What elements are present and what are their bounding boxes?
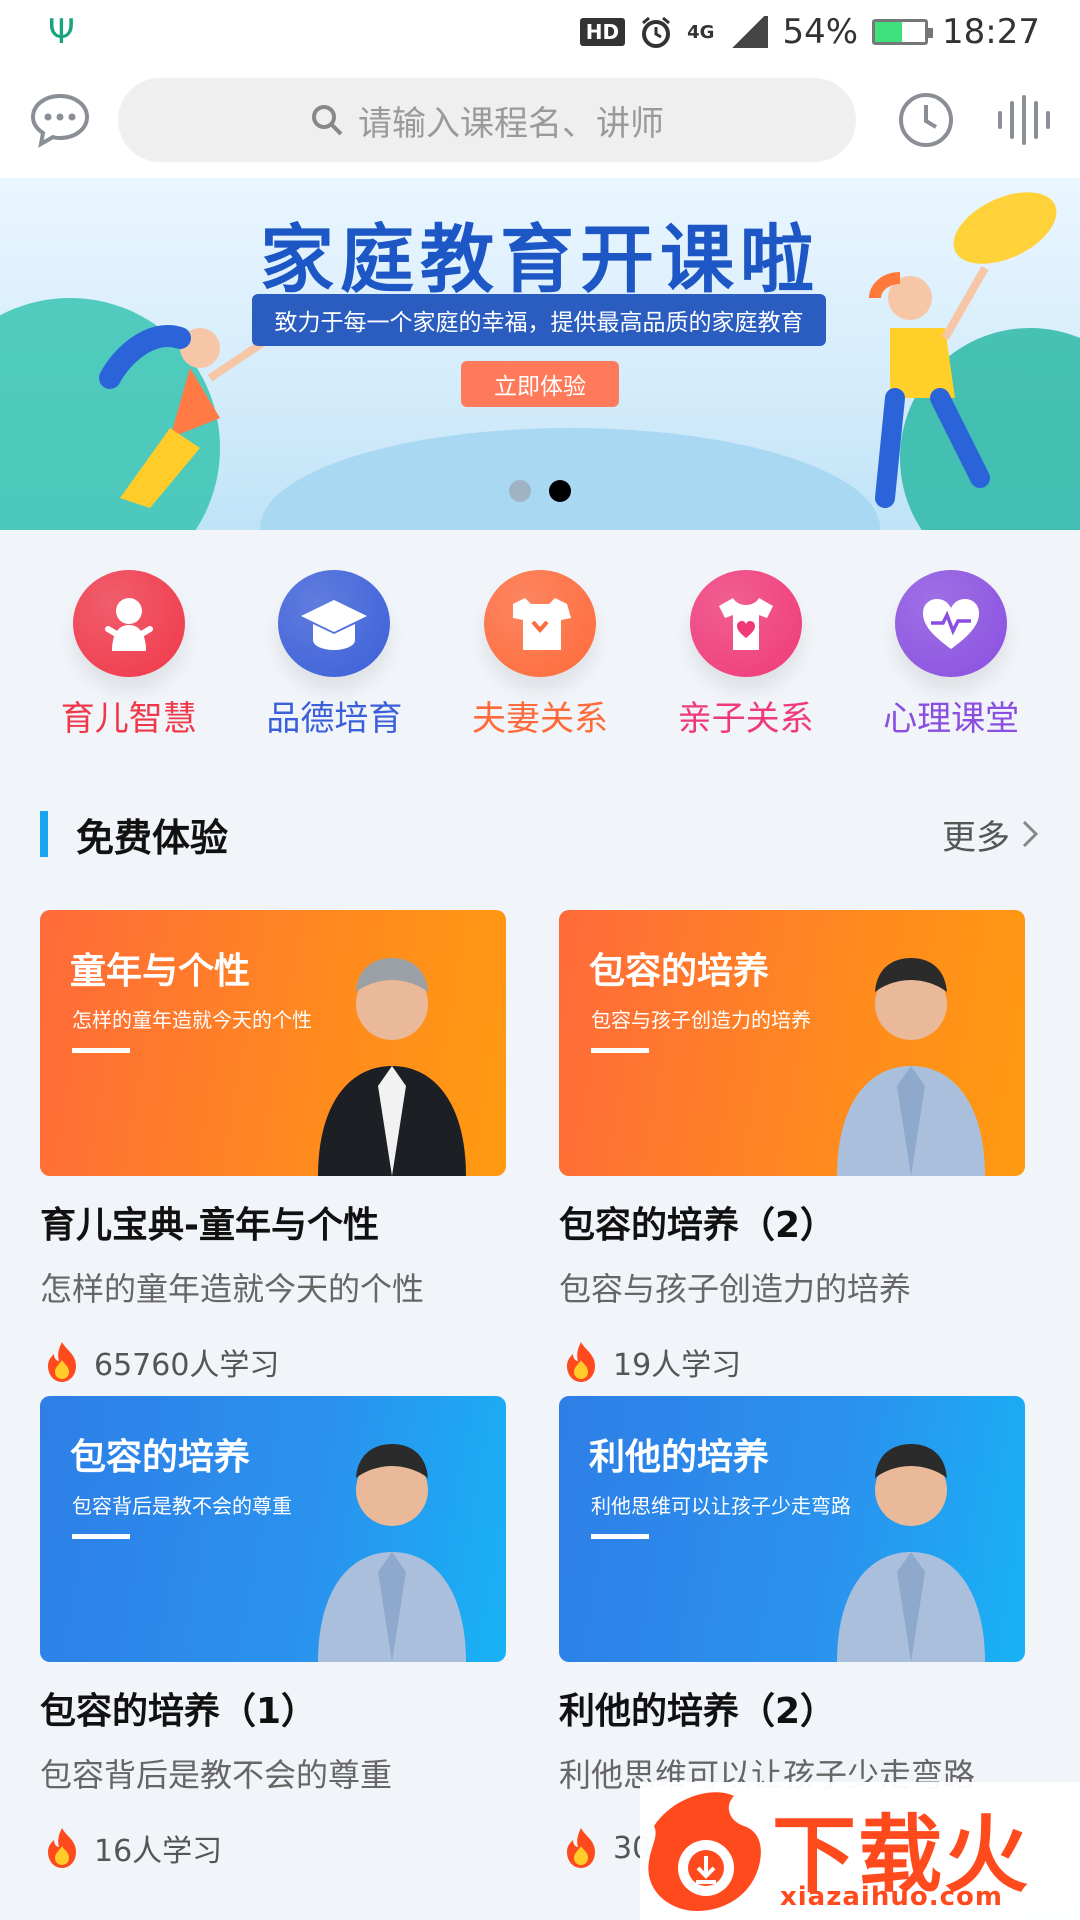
- lecturer-photo: [308, 940, 476, 1176]
- course-stats: 19人学习: [559, 1340, 1025, 1384]
- tshirt-heart-icon: [689, 570, 802, 677]
- history-button[interactable]: [888, 82, 964, 158]
- thumbnail-title: 包容的培养: [589, 951, 770, 992]
- category-label: 亲子关系: [677, 699, 814, 739]
- flame-logo-icon: [648, 1792, 761, 1911]
- category-item[interactable]: 品德培育: [244, 570, 424, 740]
- audio-button[interactable]: [986, 82, 1062, 158]
- chevron-right-icon: [1022, 820, 1039, 848]
- course-title[interactable]: 利他的培养（2）: [559, 1682, 1025, 1734]
- usb-icon: Ψ: [48, 12, 75, 52]
- thumbnail-underline: [591, 1048, 649, 1053]
- category-label: 育儿智慧: [60, 699, 197, 739]
- thumbnail-subtitle: 利他思维可以让孩子少走弯路: [591, 1494, 851, 1518]
- baby-icon: [72, 570, 185, 677]
- search-bar[interactable]: 请输入课程名、讲师: [118, 78, 856, 162]
- course-card[interactable]: 包容的培养 包容背后是教不会的尊重 包容的培养（1） 包容背后是教不会的尊重 16人学习: [40, 1396, 506, 1870]
- fire-icon: [567, 1828, 595, 1868]
- course-description: 包容与孩子创造力的培养: [559, 1270, 912, 1308]
- thumbnail-underline: [72, 1534, 130, 1539]
- learner-count: 65760人学习: [94, 1348, 280, 1383]
- section-title: 免费体验: [76, 815, 229, 860]
- category-label: 品德培育: [266, 699, 403, 739]
- status-bar: Ψ HD 4G 54% 18:27: [0, 0, 1080, 64]
- thumbnail-title: 利他的培养: [589, 1437, 770, 1478]
- battery-icon: [872, 19, 934, 45]
- graduation-cap-icon: [278, 570, 391, 677]
- category-item[interactable]: 亲子关系: [656, 570, 836, 740]
- clock-icon: [899, 93, 953, 147]
- banner-subtitle: 致力于每一个家庭的幸福，提供最高品质的家庭教育: [252, 294, 826, 346]
- fire-icon: [48, 1828, 76, 1868]
- learner-count: 19人学习: [613, 1348, 742, 1383]
- banner-decoration: [260, 428, 880, 530]
- message-button[interactable]: [22, 82, 98, 158]
- network-type: 4G: [687, 21, 715, 43]
- course-title[interactable]: 包容的培养（2）: [559, 1196, 1025, 1248]
- heart-pulse-icon: [895, 570, 1008, 677]
- try-now-button[interactable]: 立即体验: [461, 361, 619, 407]
- learner-count: 16人学习: [94, 1834, 223, 1869]
- carousel-dot[interactable]: [509, 480, 531, 502]
- category-item[interactable]: 育儿智慧: [39, 570, 219, 740]
- course-description: 怎样的童年造就今天的个性: [40, 1270, 425, 1308]
- course-title[interactable]: 包容的培养（1）: [40, 1682, 506, 1734]
- category-item[interactable]: 心理课堂: [861, 570, 1041, 740]
- course-description: 包容背后是教不会的尊重: [40, 1756, 393, 1794]
- signal-icon: [728, 16, 769, 48]
- thumbnail-underline: [591, 1534, 649, 1539]
- site-watermark: 下载火 xiazaihuo.com: [640, 1782, 1080, 1920]
- thumbnail-subtitle: 包容背后是教不会的尊重: [72, 1494, 292, 1518]
- section-accent-bar: [40, 811, 48, 857]
- clock: 18:27: [942, 12, 1040, 52]
- course-stats: 16人学习: [40, 1826, 506, 1870]
- course-thumbnail[interactable]: 包容的培养包容背后是教不会的尊重: [40, 1396, 506, 1662]
- lecturer-photo: [308, 1426, 476, 1662]
- course-thumbnail[interactable]: 利他的培养利他思维可以让孩子少走弯路: [559, 1396, 1025, 1662]
- watermark-url: xiazaihuo.com: [780, 1882, 1003, 1912]
- carousel-indicator: [0, 480, 1080, 502]
- lecturer-photo: [827, 940, 995, 1176]
- category-item[interactable]: 夫妻关系: [450, 570, 630, 740]
- couple-shirt-icon: [483, 570, 596, 677]
- status-icons: HD 4G 54% 18:27: [579, 12, 1040, 52]
- free-trial-header: 免费体验 更多: [40, 808, 1040, 860]
- more-link[interactable]: 更多: [942, 810, 1040, 859]
- course-card[interactable]: 童年与个性 怎样的童年造就今天的个性 育儿宝典-童年与个性 怎样的童年造就今天的个性 6…: [40, 910, 506, 1384]
- banner-title: 家庭教育开课啦: [260, 217, 820, 303]
- category-row: 育儿智慧 品德培育 夫妻关系 亲子关系 心理课堂: [0, 570, 1080, 740]
- carousel-dot-active[interactable]: [549, 480, 571, 502]
- battery-level: [875, 22, 903, 42]
- course-stats: 65760人学习: [40, 1340, 506, 1384]
- category-label: 心理课堂: [883, 699, 1020, 739]
- promo-banner[interactable]: 家庭教育开课啦 致力于每一个家庭的幸福，提供最高品质的家庭教育 立即体验: [0, 178, 1080, 530]
- sound-wave-icon: [998, 95, 1050, 145]
- battery-percent: 54%: [782, 12, 859, 52]
- more-label: 更多: [942, 817, 1010, 858]
- thumbnail-title: 包容的培养: [70, 1437, 251, 1478]
- fire-icon: [567, 1342, 595, 1382]
- fire-icon: [48, 1342, 76, 1382]
- thumbnail-title: 童年与个性: [70, 951, 251, 992]
- course-title[interactable]: 育儿宝典-童年与个性: [40, 1196, 506, 1248]
- thumbnail-subtitle: 包容与孩子创造力的培养: [591, 1008, 811, 1032]
- category-label: 夫妻关系: [471, 699, 608, 739]
- hd-badge: HD: [579, 18, 626, 46]
- search-icon: [312, 105, 343, 136]
- search-placeholder: 请输入课程名、讲师: [358, 103, 664, 144]
- thumbnail-subtitle: 怎样的童年造就今天的个性: [72, 1008, 312, 1032]
- course-thumbnail[interactable]: 包容的培养包容与孩子创造力的培养: [559, 910, 1025, 1176]
- lecturer-photo: [827, 1426, 995, 1662]
- alarm-icon: [642, 16, 671, 48]
- course-card[interactable]: 包容的培养 包容与孩子创造力的培养 包容的培养（2） 包容与孩子创造力的培养 19人学习: [559, 910, 1025, 1384]
- chat-bubble-icon: [30, 93, 90, 148]
- course-thumbnail[interactable]: 童年与个性怎样的童年造就今天的个性: [40, 910, 506, 1176]
- top-bar: 请输入课程名、讲师: [0, 64, 1080, 178]
- thumbnail-underline: [72, 1048, 130, 1053]
